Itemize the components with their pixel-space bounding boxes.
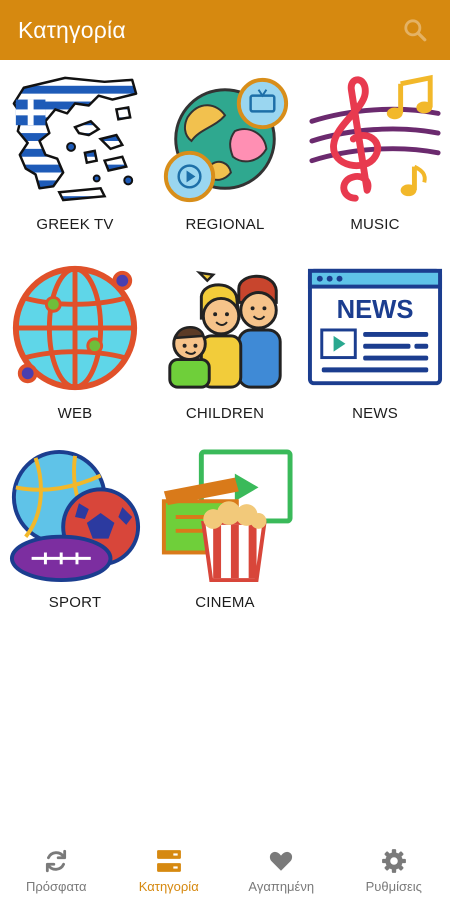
heart-icon bbox=[267, 847, 295, 875]
category-grid: GREEK TV REGIONAL MUSIC WEB CHILDREN NEW… bbox=[0, 68, 450, 635]
category-news[interactable]: NEWS NEWS bbox=[300, 257, 450, 446]
category-children[interactable]: CHILDREN bbox=[150, 257, 300, 446]
category-label: CHILDREN bbox=[185, 405, 265, 422]
nav-item-category[interactable]: Κατηγορία bbox=[113, 840, 226, 900]
category-sport[interactable]: SPORT bbox=[0, 446, 150, 635]
category-label: GREEK TV bbox=[36, 216, 114, 233]
svg-text:NEWS: NEWS bbox=[337, 296, 414, 324]
app-bar: Κατηγορία bbox=[0, 0, 450, 60]
nav-label: Αγαπημένη bbox=[248, 878, 315, 894]
refresh-icon bbox=[42, 847, 70, 875]
category-label: REGIONAL bbox=[185, 216, 265, 233]
category-greek-tv[interactable]: GREEK TV bbox=[0, 68, 150, 257]
gear-icon bbox=[380, 847, 408, 875]
category-label: NEWS bbox=[352, 405, 398, 422]
nav-label: Κατηγορία bbox=[138, 878, 199, 894]
search-icon bbox=[404, 19, 427, 42]
category-label: WEB bbox=[57, 405, 93, 422]
category-label: MUSIC bbox=[350, 216, 400, 233]
regional-globe-icon bbox=[156, 70, 294, 208]
cinema-icon bbox=[156, 448, 294, 586]
sport-balls-icon bbox=[6, 448, 144, 586]
nav-label: Ρυθμίσεις bbox=[365, 878, 422, 894]
nav-item-favorites[interactable]: Αγαπημένη bbox=[225, 840, 338, 900]
nav-label: Πρόσφατα bbox=[26, 878, 87, 894]
category-label: SPORT bbox=[48, 594, 102, 611]
children-icon bbox=[156, 259, 294, 397]
bottom-navigation: Πρόσφατα Κατηγορία Αγαπημένη Ρυθμίσεις bbox=[0, 840, 450, 900]
category-regional[interactable]: REGIONAL bbox=[150, 68, 300, 257]
category-label: CINEMA bbox=[195, 594, 255, 611]
category-cinema[interactable]: CINEMA bbox=[150, 446, 300, 635]
category-web[interactable]: WEB bbox=[0, 257, 150, 446]
category-list-icon bbox=[155, 847, 183, 875]
search-button[interactable] bbox=[398, 13, 432, 47]
nav-item-settings[interactable]: Ρυθμίσεις bbox=[338, 840, 450, 900]
news-icon: NEWS bbox=[306, 259, 444, 397]
nav-item-recent[interactable]: Πρόσφατα bbox=[0, 840, 113, 900]
music-notes-icon bbox=[306, 70, 444, 208]
greece-map-icon bbox=[6, 70, 144, 208]
category-music[interactable]: MUSIC bbox=[300, 68, 450, 257]
page-title: Κατηγορία bbox=[18, 16, 126, 43]
web-globe-icon bbox=[6, 259, 144, 397]
